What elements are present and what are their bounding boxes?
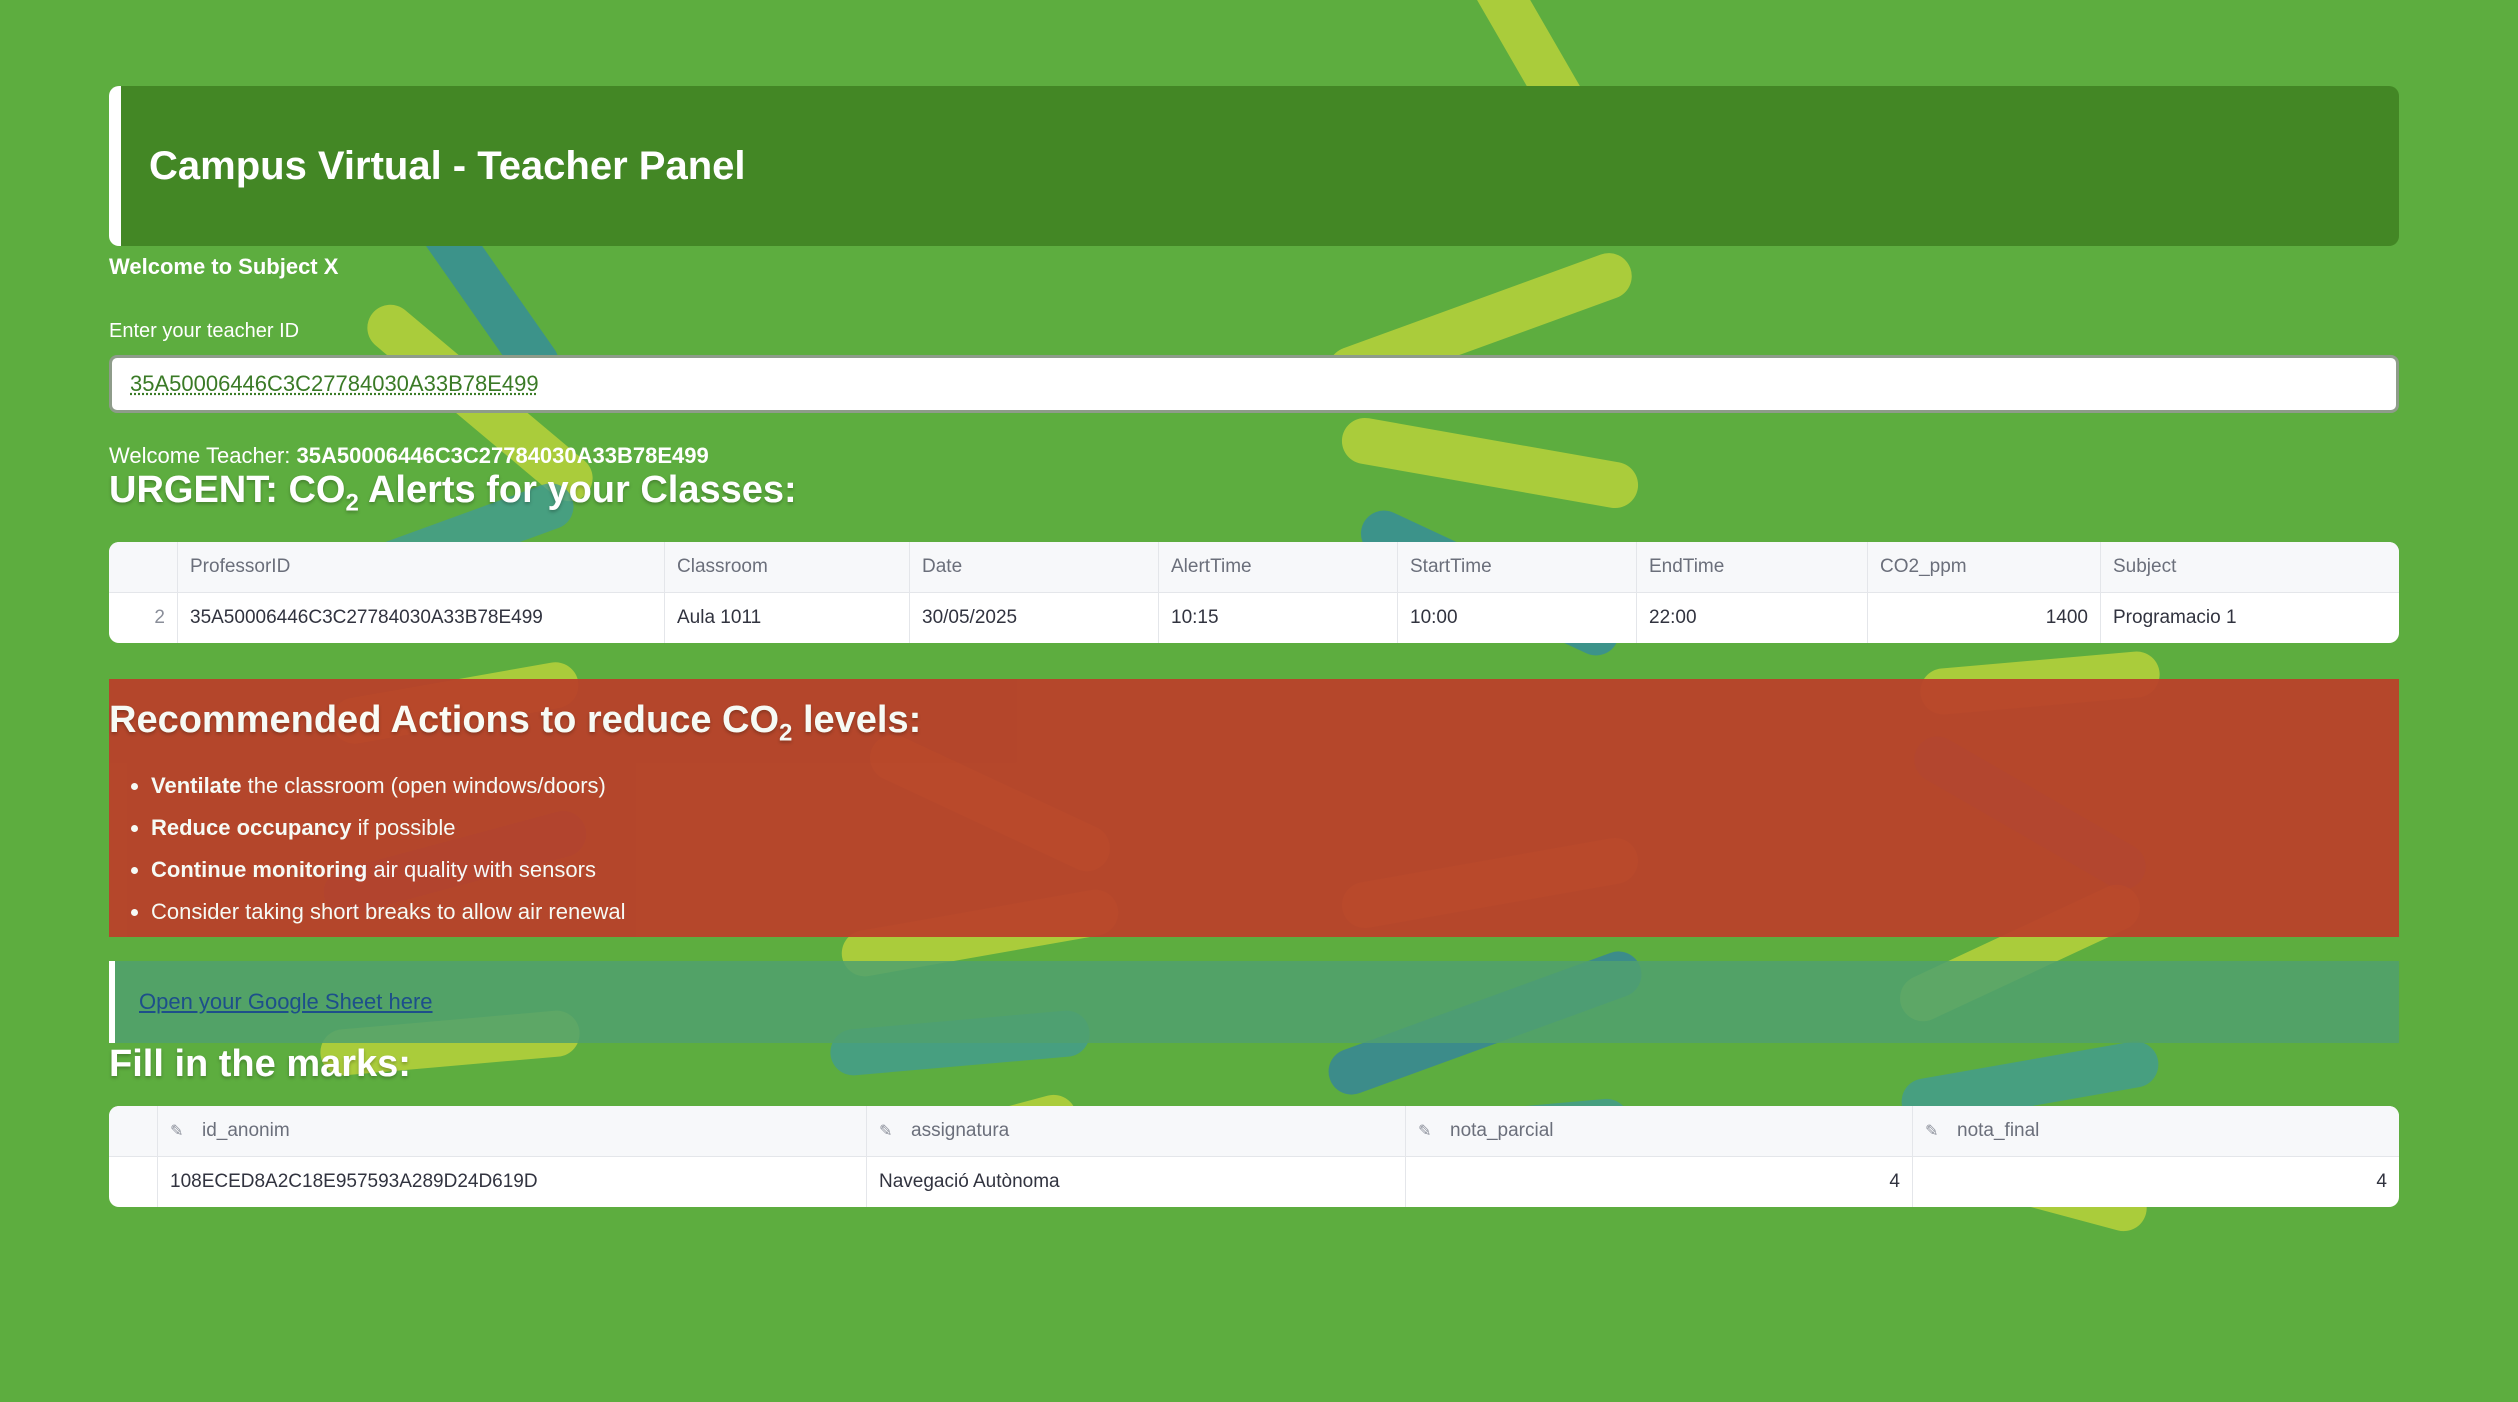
list-item: Reduce occupancy if possible xyxy=(151,807,2399,849)
column-header[interactable]: EndTime xyxy=(1636,541,1868,593)
page-header: Campus Virtual - Teacher Panel xyxy=(109,86,2399,246)
google-sheet-box: Open your Google Sheet here xyxy=(109,960,2399,1043)
teacher-id-input[interactable] xyxy=(109,355,2399,413)
table-row[interactable]: 108ECED8A2C18E957593A289D24D619D Navegac… xyxy=(109,1156,2399,1207)
column-header[interactable]: ✎ nota_parcial xyxy=(1405,1105,1913,1157)
table-row[interactable]: 2 35A50006446C3C27784030A33B78E499 Aula … xyxy=(109,592,2399,643)
welcome-teacher-id: 35A50006446C3C27784030A33B78E499 xyxy=(296,443,709,468)
main-content: Campus Virtual - Teacher Panel Welcome t… xyxy=(109,86,2399,1207)
welcome-teacher-prefix: Welcome Teacher: xyxy=(109,443,297,468)
column-header-index[interactable] xyxy=(109,541,178,593)
cell-alert-time[interactable]: 10:15 xyxy=(1158,592,1398,643)
edit-column-icon: ✎ xyxy=(879,1122,893,1140)
cell-nota-final[interactable]: 4 xyxy=(1913,1156,2400,1207)
column-header[interactable]: ✎ id_anonim xyxy=(157,1105,867,1157)
cell-co2-ppm[interactable]: 1400 xyxy=(1867,592,2101,643)
table-header-row: ✎ id_anonim ✎ assignatura ✎ nota_parcial ✎ n… xyxy=(109,1105,2399,1157)
edit-column-icon: ✎ xyxy=(1925,1122,1939,1140)
cell-nota-parcial[interactable]: 4 xyxy=(1405,1156,1913,1207)
cell-date[interactable]: 30/05/2025 xyxy=(909,592,1159,643)
welcome-teacher: Welcome Teacher: 35A50006446C3C27784030A… xyxy=(109,443,2399,469)
column-header[interactable]: AlertTime xyxy=(1158,541,1398,593)
column-header[interactable]: ✎ nota_final xyxy=(1912,1105,2399,1157)
actions-title: Recommended Actions to reduce CO2 levels… xyxy=(109,698,922,747)
column-header[interactable]: CO2_ppm xyxy=(1867,541,2101,593)
edit-column-icon: ✎ xyxy=(170,1122,184,1140)
cell-professor-id[interactable]: 35A50006446C3C27784030A33B78E499 xyxy=(177,592,665,643)
welcome-subject: Welcome to Subject X xyxy=(109,254,339,279)
column-header[interactable]: StartTime xyxy=(1397,541,1637,593)
list-item: Consider taking short breaks to allow ai… xyxy=(151,891,2399,933)
list-item: Continue monitoring air quality with sen… xyxy=(151,849,2399,891)
teacher-id-label: Enter your teacher ID xyxy=(109,320,300,342)
actions-list: Ventilate the classroom (open windows/do… xyxy=(109,765,2399,933)
column-header[interactable]: Classroom xyxy=(664,541,910,593)
page-title: Campus Virtual - Teacher Panel xyxy=(149,143,746,188)
cell-id-anonim[interactable]: 108ECED8A2C18E957593A289D24D619D xyxy=(157,1156,867,1207)
row-index: 2 xyxy=(109,592,178,643)
cell-subject[interactable]: Programacio 1 xyxy=(2101,592,2400,643)
alerts-title: URGENT: CO2 Alerts for your Classes: xyxy=(109,469,797,517)
cell-start-time[interactable]: 10:00 xyxy=(1397,592,1637,643)
column-header[interactable]: ✎ assignatura xyxy=(866,1105,1406,1157)
alerts-table[interactable]: ProfessorID Classroom Date AlertTime Sta… xyxy=(109,541,2399,643)
table-header-row: ProfessorID Classroom Date AlertTime Sta… xyxy=(109,541,2399,593)
row-index xyxy=(109,1156,158,1207)
column-header[interactable]: ProfessorID xyxy=(177,541,665,593)
list-item: Ventilate the classroom (open windows/do… xyxy=(151,765,2399,807)
column-header[interactable]: Subject xyxy=(2100,541,2399,593)
cell-end-time[interactable]: 22:00 xyxy=(1636,592,1868,643)
google-sheet-link[interactable]: Open your Google Sheet here xyxy=(139,989,433,1015)
recommended-actions-panel: Recommended Actions to reduce CO2 levels… xyxy=(109,678,2399,937)
column-header[interactable]: Date xyxy=(909,541,1159,593)
marks-table[interactable]: ✎ id_anonim ✎ assignatura ✎ nota_parcial ✎ n… xyxy=(109,1105,2399,1207)
marks-title: Fill in the marks: xyxy=(109,1042,411,1085)
cell-classroom[interactable]: Aula 1011 xyxy=(664,592,910,643)
cell-assignatura[interactable]: Navegació Autònoma xyxy=(866,1156,1406,1207)
column-header-index[interactable] xyxy=(109,1105,158,1157)
edit-column-icon: ✎ xyxy=(1418,1122,1432,1140)
